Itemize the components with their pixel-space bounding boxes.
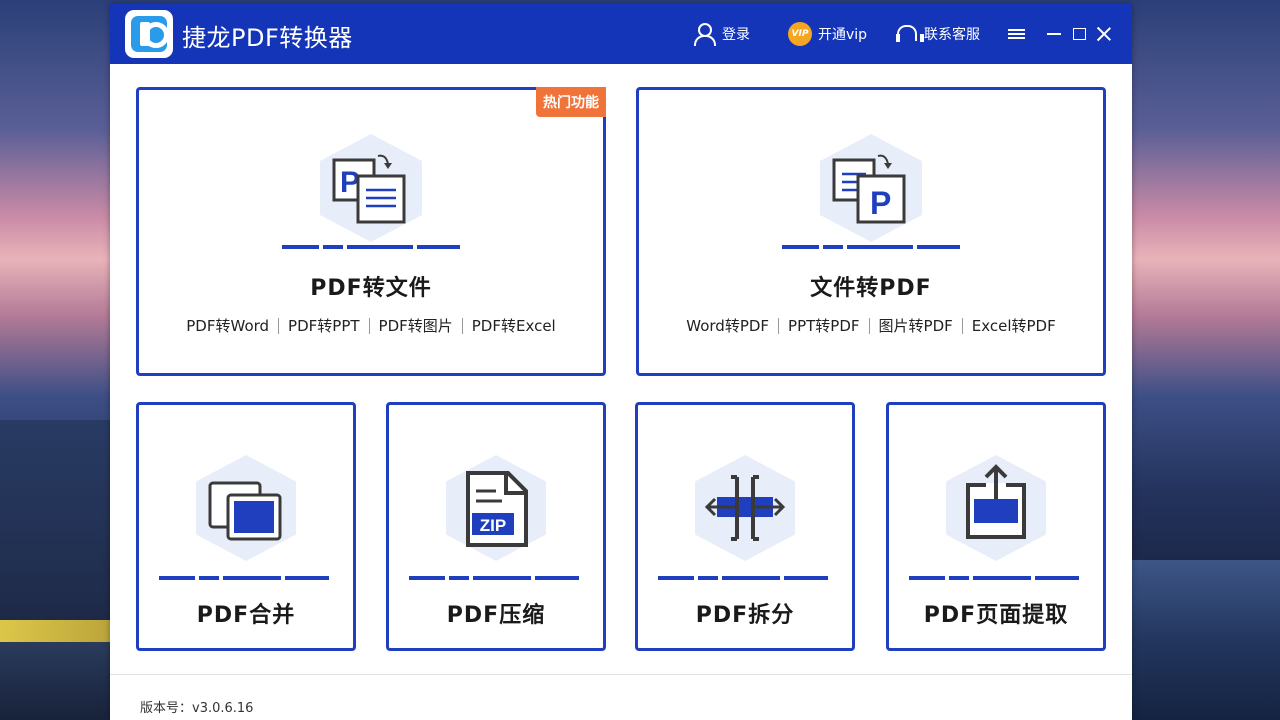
- file-to-pdf-title: 文件转PDF: [810, 276, 932, 301]
- decorative-divider: [282, 245, 461, 249]
- decorative-divider: [909, 576, 1083, 580]
- pdf-to-ppt-link[interactable]: PDF转PPT: [288, 315, 359, 336]
- separator: [868, 317, 870, 334]
- pdf-to-file-icon: P: [320, 134, 422, 242]
- excel-to-pdf-link[interactable]: Excel转PDF: [972, 315, 1056, 336]
- menu-icon[interactable]: [1004, 22, 1028, 46]
- pdf-merge-title: PDF合并: [196, 603, 296, 628]
- separator: [778, 317, 780, 334]
- pdf-to-file-options: PDF转Word PDF转PPT PDF转图片 PDF转Excel: [139, 315, 603, 336]
- close-icon[interactable]: [1092, 22, 1116, 46]
- pdf-page-extract-title: PDF页面提取: [923, 603, 1069, 628]
- customer-service-label: 联系客服: [924, 27, 980, 43]
- app-title: 捷龙PDF转换器: [182, 24, 353, 52]
- file-to-pdf-icon: P: [820, 134, 922, 242]
- maximize-icon[interactable]: [1067, 22, 1091, 46]
- pdf-compress-title: PDF压缩: [446, 603, 546, 628]
- separator: [368, 317, 370, 334]
- desktop-water: [0, 642, 110, 720]
- pdf-split-title: PDF拆分: [695, 603, 795, 628]
- svg-text:P: P: [870, 185, 891, 221]
- pdf-to-image-link[interactable]: PDF转图片: [379, 315, 453, 336]
- zip-label: ZIP: [480, 516, 506, 535]
- pdf-split-card[interactable]: PDF拆分: [635, 402, 855, 651]
- desktop-light-strip: [0, 620, 110, 642]
- app-window: 捷龙PDF转换器 登录 VIP 开通vip 联系客服 热门功能 P PDF转文件…: [110, 4, 1132, 720]
- ppt-to-pdf-link[interactable]: PPT转PDF: [788, 315, 859, 336]
- pdf-page-extract-card[interactable]: PDF页面提取: [886, 402, 1106, 651]
- pdf-to-file-title: PDF转文件: [310, 276, 432, 301]
- user-icon: [694, 23, 716, 46]
- headset-icon: [896, 24, 924, 44]
- decorative-divider: [782, 245, 961, 249]
- decorative-divider: [658, 576, 832, 580]
- vip-button[interactable]: VIP 开通vip: [788, 22, 867, 46]
- word-to-pdf-link[interactable]: Word转PDF: [686, 315, 769, 336]
- minimize-icon[interactable]: [1042, 22, 1066, 46]
- pdf-merge-card[interactable]: PDF合并: [136, 402, 356, 651]
- desktop-water-right: [1132, 560, 1280, 720]
- version-label: 版本号：v3.0.6.16: [140, 701, 254, 716]
- customer-service-button[interactable]: 联系客服: [896, 22, 980, 46]
- vip-label: 开通vip: [818, 27, 868, 43]
- title-bar: 捷龙PDF转换器 登录 VIP 开通vip 联系客服: [110, 4, 1132, 64]
- merge-icon: [196, 455, 296, 561]
- split-icon: [695, 455, 795, 561]
- file-to-pdf-card[interactable]: P 文件转PDF Word转PDF PPT转PDF 图片转PDF Excel转P…: [636, 87, 1106, 376]
- separator: [961, 317, 963, 334]
- image-to-pdf-link[interactable]: 图片转PDF: [879, 315, 953, 336]
- decorative-divider: [409, 576, 583, 580]
- app-logo-icon: [125, 10, 173, 58]
- pdf-to-word-link[interactable]: PDF转Word: [186, 315, 269, 336]
- pdf-to-file-card[interactable]: 热门功能 P PDF转文件 PDF转Word PDF转PPT PDF转图片 PD…: [136, 87, 606, 376]
- hot-feature-badge: 热门功能: [536, 87, 606, 117]
- login-label: 登录: [722, 27, 750, 43]
- decorative-divider: [159, 576, 333, 580]
- login-button[interactable]: 登录: [694, 22, 750, 46]
- file-to-pdf-options: Word转PDF PPT转PDF 图片转PDF Excel转PDF: [639, 315, 1103, 336]
- vip-icon: VIP: [788, 22, 812, 46]
- separator: [461, 317, 463, 334]
- separator: [278, 317, 280, 334]
- footer-divider: [110, 674, 1132, 675]
- compress-zip-icon: ZIP: [446, 455, 546, 561]
- extract-icon: [946, 455, 1046, 561]
- pdf-to-excel-link[interactable]: PDF转Excel: [472, 315, 556, 336]
- pdf-compress-card[interactable]: ZIP PDF压缩: [386, 402, 606, 651]
